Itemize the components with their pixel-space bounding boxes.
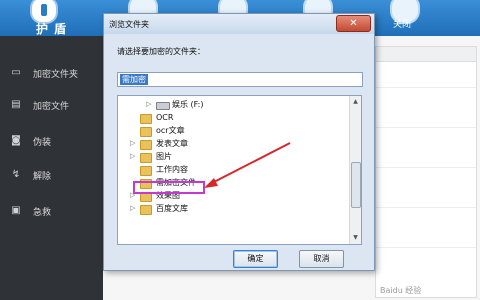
browse-folder-dialog: 浏览文件夹 ✕ 请选择要加密的文件夹： 需加密 ▷ 娱乐 (F:) OCR oc… (103, 13, 375, 271)
sidebar-item-encrypt-folder[interactable]: ▭ 加密文件夹 (0, 62, 103, 84)
sidebar-item-label: 急救 (33, 208, 52, 218)
expand-arrow-icon[interactable]: ▷ (130, 137, 138, 150)
drive-icon (156, 102, 170, 110)
tree-item-label: 百度文库 (156, 204, 188, 213)
app-logo: 护 盾 (14, 0, 74, 36)
dialog-titlebar[interactable]: 浏览文件夹 ✕ (104, 14, 374, 34)
toolbar-close-label[interactable]: 关闭 (393, 17, 411, 30)
tree-item-folder[interactable]: ▷ 发表文章 (118, 137, 348, 150)
tree-item-folder[interactable]: 工作内容 (118, 163, 348, 176)
file-icon: ▤ (11, 99, 21, 110)
tree-item-folder[interactable]: ocr文章 (118, 124, 348, 137)
divider (376, 127, 476, 128)
app-logo-text: 护 盾 (36, 22, 68, 36)
cancel-button[interactable]: 取消 (299, 250, 344, 268)
folder-icon (140, 166, 152, 176)
scroll-down-arrow-icon[interactable]: ▼ (350, 232, 361, 243)
selection-highlight-box (133, 181, 205, 194)
sidebar-item-first-aid[interactable]: ▣ 急救 (0, 200, 103, 222)
tree-item-label: 图片 (156, 152, 172, 161)
tree-item-label: 工作内容 (156, 165, 188, 174)
folder-icon: ▭ (11, 67, 21, 78)
sidebar-item-encrypt-file[interactable]: ▤ 加密文件 (0, 94, 103, 116)
sidebar-item-label: 解除 (33, 172, 52, 182)
first-aid-icon: ▣ (11, 205, 21, 216)
unlock-icon: ↯ (11, 169, 21, 180)
folder-icon (140, 140, 152, 150)
file-list-panel (375, 46, 477, 298)
tree-item-folder[interactable]: OCR (118, 111, 348, 124)
sidebar: ▭ 加密文件夹 ▤ 加密文件 ◙ 伪装 ↯ 解除 ▣ 急救 (0, 36, 103, 300)
sidebar-item-disguise[interactable]: ◙ 伪装 (0, 130, 103, 152)
folder-icon (140, 114, 152, 124)
sidebar-item-label: 加密文件夹 (33, 70, 79, 80)
sidebar-item-label: 伪装 (33, 138, 52, 148)
sidebar-item-unlock[interactable]: ↯ 解除 (0, 164, 103, 186)
mask-icon: ◙ (11, 135, 21, 146)
divider (376, 207, 476, 208)
folder-icon (140, 205, 152, 215)
tree-item-label: 娱乐 (F:) (172, 100, 204, 109)
folder-path-input[interactable]: 需加密 (117, 72, 363, 87)
tree-item-folder[interactable]: ▷ 百度文库 (118, 202, 348, 215)
file-list-header (376, 47, 476, 62)
divider (376, 167, 476, 168)
folder-icon (140, 153, 152, 163)
tree-item-label: 发表文章 (156, 139, 188, 148)
watermark: Baidu 经验 (380, 286, 422, 295)
ok-button[interactable]: 确定 (233, 250, 278, 268)
folder-path-value: 需加密 (120, 74, 148, 85)
tree-item-label: ocr文章 (156, 126, 185, 135)
folder-icon (140, 127, 152, 137)
expand-arrow-icon[interactable]: ▷ (130, 150, 138, 163)
expand-arrow-icon[interactable]: ▷ (130, 202, 138, 215)
divider (376, 87, 476, 88)
dialog-title: 浏览文件夹 (109, 20, 149, 29)
dialog-prompt: 请选择要加密的文件夹： (117, 47, 205, 56)
expand-arrow-icon[interactable]: ▷ (146, 98, 154, 111)
sidebar-item-label: 加密文件 (33, 102, 70, 112)
divider (376, 247, 476, 248)
tree-item-drive-f[interactable]: ▷ 娱乐 (F:) (118, 98, 348, 111)
close-button[interactable]: ✕ (336, 15, 371, 32)
scrollbar-thumb[interactable] (351, 162, 361, 208)
scroll-up-arrow-icon[interactable]: ▲ (350, 96, 361, 107)
tree-item-label: OCR (156, 113, 174, 122)
folder-tree[interactable]: ▷ 娱乐 (F:) OCR ocr文章 ▷ 发表文章 ▷ 图片 工作内容 需加密… (117, 95, 362, 245)
tree-item-folder[interactable]: ▷ 图片 (118, 150, 348, 163)
vertical-scrollbar[interactable]: ▲ ▼ (349, 96, 361, 244)
